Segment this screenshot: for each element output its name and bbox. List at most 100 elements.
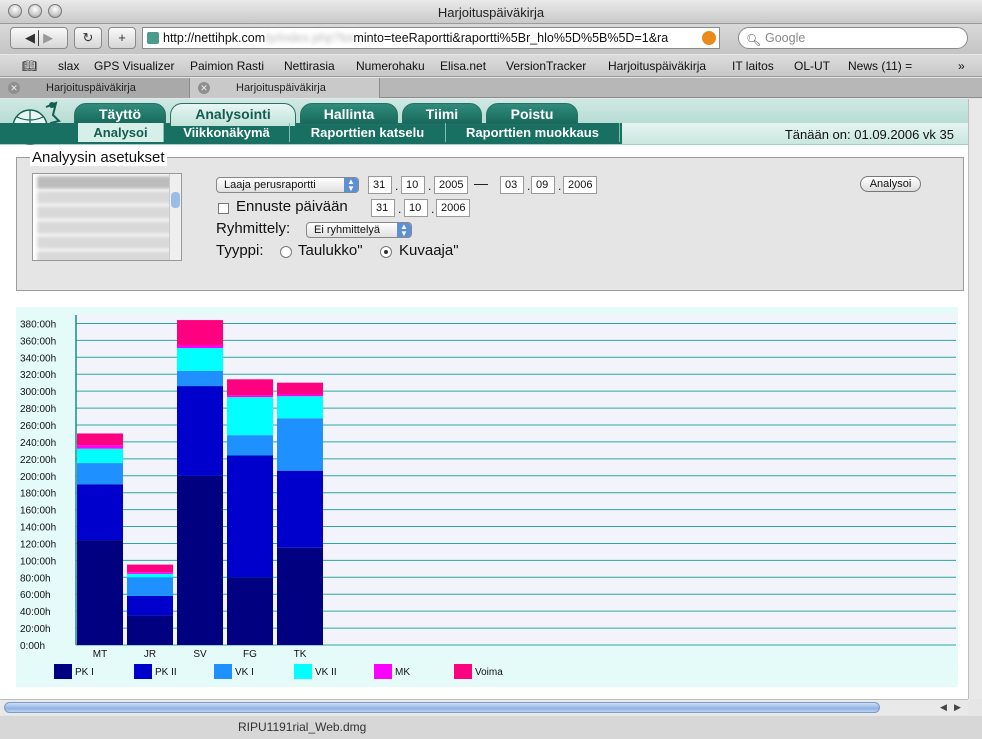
forecast-checkbox[interactable] bbox=[218, 203, 229, 214]
x-tick-label: TK bbox=[294, 649, 307, 660]
analyze-button[interactable]: Analysoi bbox=[860, 176, 921, 192]
close-tab-icon[interactable]: ✕ bbox=[198, 82, 210, 94]
subtab-raporttien-katselu[interactable]: Raporttien katselu bbox=[290, 123, 446, 142]
scroll-left-icon[interactable]: ◀ bbox=[940, 702, 947, 713]
bookmarks-book-icon[interactable]: 📖︎ bbox=[22, 59, 37, 73]
close-tab-icon[interactable]: ✕ bbox=[8, 82, 20, 94]
bookmark-item[interactable]: Numerohaku bbox=[356, 59, 425, 73]
subtab-raporttien-muokkaus[interactable]: Raporttien muokkaus bbox=[446, 123, 620, 142]
more-bookmarks-icon[interactable]: » bbox=[958, 59, 965, 73]
y-tick-label: 320:00h bbox=[20, 370, 56, 381]
tab-hallinta[interactable]: Hallinta bbox=[300, 103, 398, 125]
url-suffix: minto=teeRaportti&raportti%5Br_hlo%5D%5B… bbox=[353, 31, 669, 45]
date-separator: . bbox=[431, 202, 435, 216]
bar-segment bbox=[277, 418, 323, 471]
y-tick-label: 40:00h bbox=[20, 607, 51, 618]
type-radio-table[interactable] bbox=[280, 246, 292, 258]
y-tick-label: 160:00h bbox=[20, 506, 56, 517]
legend-swatch bbox=[374, 664, 392, 679]
subtab-viikkonakyma[interactable]: Viikkonäkymä bbox=[164, 123, 290, 142]
legend-label: VK II bbox=[315, 667, 337, 678]
bookmark-item[interactable]: OL-UT bbox=[794, 59, 830, 73]
tab-tayto[interactable]: Täyttö bbox=[74, 103, 166, 125]
forecast-month-input[interactable]: 10 bbox=[404, 199, 428, 217]
date-range-dash: — bbox=[474, 175, 488, 191]
bar-segment bbox=[127, 577, 173, 596]
forecast-day-input[interactable]: 31 bbox=[371, 199, 395, 217]
bar-segment bbox=[227, 577, 273, 645]
chart-area: 0:00h 20:00h 40:00h 60:00h 80:00h 100:00h 120:… bbox=[16, 307, 958, 687]
list-item[interactable] bbox=[37, 176, 177, 189]
legend-swatch bbox=[214, 664, 232, 679]
add-bookmark-button[interactable]: + bbox=[108, 27, 136, 49]
start-month-input[interactable]: 10 bbox=[401, 176, 425, 194]
listbox-scrollbar[interactable] bbox=[169, 174, 181, 260]
reload-button[interactable]: ↻ bbox=[74, 27, 102, 49]
y-tick-label: 80:00h bbox=[20, 573, 51, 584]
browser-window: Harjoituspäiväkirja ◀│▶ ↻ + http://netti… bbox=[0, 0, 982, 739]
y-tick-label: 380:00h bbox=[20, 319, 56, 330]
bookmark-item[interactable]: Paimion Rasti bbox=[190, 59, 264, 73]
date-separator: . bbox=[398, 202, 402, 216]
start-year-input[interactable]: 2005 bbox=[434, 176, 468, 194]
end-month-input[interactable]: 09 bbox=[531, 176, 555, 194]
bookmark-item[interactable]: GPS Visualizer bbox=[94, 59, 174, 73]
bar-segment bbox=[177, 370, 223, 387]
bookmark-item[interactable]: VersionTracker bbox=[506, 59, 586, 73]
bookmark-item[interactable]: Harjoituspäiväkirja bbox=[608, 59, 706, 73]
forward-icon[interactable]: ▶ bbox=[43, 30, 53, 45]
browser-tab[interactable]: ✕ Harjoituspäiväkirja bbox=[0, 78, 190, 98]
window-title: Harjoituspäiväkirja bbox=[437, 5, 545, 20]
legend-label: PK II bbox=[155, 667, 177, 678]
bookmark-item[interactable]: slax bbox=[58, 59, 79, 73]
vertical-scrollbar[interactable] bbox=[968, 99, 982, 699]
snapback-icon[interactable] bbox=[702, 31, 716, 45]
type-radio-chart[interactable] bbox=[380, 246, 392, 258]
legend-swatch bbox=[54, 664, 72, 679]
url-obscured: /p/index.php?toi bbox=[265, 31, 354, 45]
person-listbox[interactable] bbox=[32, 173, 182, 261]
horizontal-scrollbar[interactable]: ◀ ▶ bbox=[0, 699, 968, 715]
y-tick-label: 360:00h bbox=[20, 336, 56, 347]
subtab-analysoi[interactable]: Analysoi bbox=[78, 123, 164, 142]
list-item[interactable] bbox=[37, 251, 177, 260]
end-year-input[interactable]: 2006 bbox=[563, 176, 597, 194]
legend-swatch bbox=[134, 664, 152, 679]
reload-icon: ↻ bbox=[82, 30, 94, 45]
tab-poistu[interactable]: Poistu bbox=[486, 103, 578, 125]
search-field[interactable]: 🔍︎ Google bbox=[738, 27, 968, 49]
report-type-select[interactable]: Laaja perusraportti ▲ ▼ bbox=[216, 177, 359, 193]
back-icon[interactable]: ◀ bbox=[25, 30, 35, 45]
bookmark-item[interactable]: IT laitos bbox=[732, 59, 774, 73]
bar-segment bbox=[177, 320, 223, 346]
browser-tab-label: Harjoituspäiväkirja bbox=[236, 82, 326, 94]
list-item[interactable] bbox=[37, 236, 177, 249]
back-forward-buttons[interactable]: ◀│▶ bbox=[10, 27, 68, 49]
address-bar[interactable]: http://nettihpk.com/p/index.php?toiminto… bbox=[142, 27, 720, 49]
scroll-right-icon[interactable]: ▶ bbox=[954, 702, 961, 713]
y-tick-label: 340:00h bbox=[20, 353, 56, 364]
date-separator: . bbox=[527, 179, 531, 193]
list-item[interactable] bbox=[37, 206, 177, 219]
end-day-input[interactable]: 03 bbox=[500, 176, 524, 194]
grouping-select[interactable]: Ei ryhmittelyä ▲ ▼ bbox=[306, 222, 412, 238]
bar-segment bbox=[77, 445, 123, 449]
start-day-input[interactable]: 31 bbox=[368, 176, 392, 194]
bookmark-item[interactable]: Elisa.net bbox=[440, 59, 486, 73]
forecast-year-input[interactable]: 2006 bbox=[436, 199, 470, 217]
y-tick-label: 120:00h bbox=[20, 539, 56, 550]
tab-tiimi[interactable]: Tiimi bbox=[402, 103, 482, 125]
bookmark-item[interactable]: Nettirasia bbox=[284, 59, 335, 73]
scrollbar-thumb[interactable] bbox=[4, 702, 880, 713]
plus-icon: + bbox=[118, 30, 126, 45]
bar-segment bbox=[277, 547, 323, 645]
bar-segment bbox=[127, 573, 173, 578]
legend-swatch bbox=[294, 664, 312, 679]
browser-tab[interactable]: ✕ Harjoituspäiväkirja bbox=[190, 78, 380, 98]
bar-segment bbox=[277, 470, 323, 548]
bar-segment bbox=[277, 382, 323, 395]
list-item[interactable] bbox=[37, 221, 177, 234]
bookmark-item[interactable]: News (11) = bbox=[848, 59, 912, 73]
scrollbar-thumb[interactable] bbox=[171, 192, 180, 208]
list-item[interactable] bbox=[37, 191, 177, 204]
